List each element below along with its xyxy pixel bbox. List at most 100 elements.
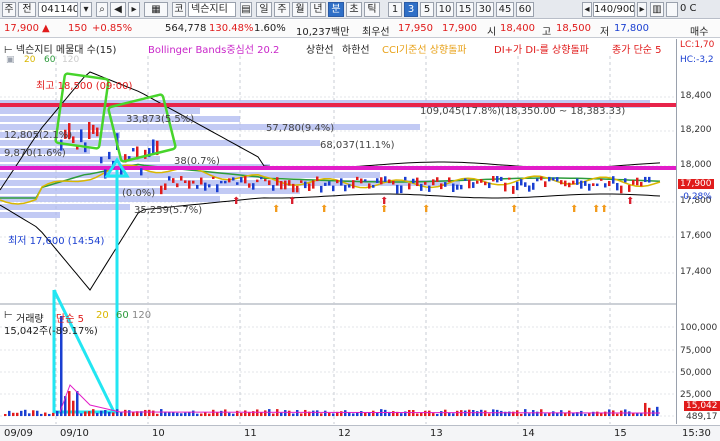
candle	[488, 182, 491, 189]
volume-bar	[416, 413, 419, 416]
volume-bar	[552, 411, 555, 416]
candle	[96, 127, 99, 137]
volume-ma-20[interactable]: 20	[96, 310, 109, 321]
vp-label-2: 57,780(9.4%)	[266, 123, 335, 134]
candle	[300, 180, 303, 183]
candle	[484, 181, 487, 186]
candle	[272, 185, 275, 191]
candle	[168, 176, 171, 181]
volume-bar	[8, 410, 11, 416]
volume-bar	[400, 413, 403, 416]
volume-profile-bar	[0, 172, 380, 178]
volume-bar	[68, 391, 71, 416]
candle	[256, 179, 259, 183]
candle	[192, 180, 195, 184]
volume-bar	[392, 411, 395, 416]
bollinger-legend[interactable]: Bollinger Bands중심선 20.2	[148, 41, 279, 56]
ma-legend[interactable]: 종가 단순 5	[612, 41, 662, 56]
volume-bar	[432, 413, 435, 416]
candle	[372, 185, 375, 188]
volume-bar	[616, 413, 619, 416]
ma-period-120[interactable]: 120	[62, 55, 79, 65]
candle	[268, 180, 271, 186]
candle	[480, 179, 483, 183]
volume-bar	[520, 413, 523, 416]
candle	[384, 176, 387, 183]
volume-ma-120[interactable]: 120	[132, 310, 151, 321]
volume-bar	[144, 409, 147, 416]
candle	[600, 178, 603, 181]
current-pct-tag: -0.28%	[680, 192, 712, 202]
candle	[80, 129, 83, 143]
candle	[360, 178, 363, 184]
volume-bar	[128, 410, 131, 416]
volume-collapse-icon[interactable]: ⊢	[4, 310, 13, 321]
candle	[240, 177, 243, 183]
volume-ma-60[interactable]: 60	[116, 310, 129, 321]
candle	[424, 181, 427, 185]
volume-bar	[500, 410, 503, 416]
volume-bar	[232, 413, 235, 416]
cci-signal-arrow: ⬆	[272, 204, 280, 215]
volume-bar	[324, 410, 327, 416]
candle	[460, 184, 463, 190]
volume-bar	[440, 411, 443, 416]
volume-bar	[348, 412, 351, 416]
candle	[492, 176, 495, 182]
volume-bar	[40, 413, 43, 416]
volume-bar	[332, 413, 335, 416]
candle	[172, 178, 175, 183]
volume-bar	[156, 413, 159, 416]
candle	[176, 183, 179, 188]
support-line	[0, 166, 676, 170]
vp-label-8: 38(0.7%)	[174, 156, 220, 167]
cci-signal-legend[interactable]: CCI기준선 상향돌파	[382, 41, 467, 56]
candle	[264, 179, 267, 182]
volume-bar	[648, 407, 651, 416]
candle	[344, 185, 347, 192]
chart-canvas[interactable]: ⬆ ⬆ ⬆ ⬆ ⬆ ⬆ ⬆ ⬆⬆ ⬆ ⬆ ⬆	[0, 0, 720, 441]
candle	[428, 185, 431, 192]
current-price-tag: 17,900	[678, 179, 714, 189]
candle	[340, 178, 343, 186]
volume-bar	[596, 411, 599, 416]
candle	[556, 177, 559, 182]
candle	[408, 183, 411, 190]
candle	[432, 179, 435, 186]
candle	[328, 181, 331, 186]
volume-bar	[172, 412, 175, 416]
volume-bar	[44, 412, 47, 416]
volume-bar	[436, 413, 439, 416]
volume-bar	[92, 409, 95, 416]
lower-band-legend[interactable]: 하한선	[342, 41, 370, 56]
volume-bar	[104, 410, 107, 416]
volume-bar	[236, 410, 239, 416]
candle	[196, 184, 199, 189]
candle	[364, 179, 367, 182]
candle	[72, 136, 75, 143]
candle	[348, 184, 351, 188]
volume-bar	[184, 412, 187, 416]
candle	[620, 185, 623, 194]
candle	[612, 176, 615, 184]
di-signal-legend[interactable]: DI+가 DI-를 상향돌파	[494, 41, 589, 56]
volume-bar	[168, 412, 171, 416]
candle	[88, 122, 91, 140]
ma-period-20[interactable]: 20	[24, 55, 35, 65]
upper-band-legend[interactable]: 상한선	[306, 41, 334, 56]
price-tick: 17,400	[680, 267, 712, 277]
di-signal-arrow: ⬆	[626, 196, 634, 207]
candle	[324, 182, 327, 186]
candle	[452, 183, 455, 193]
candle	[616, 183, 619, 191]
candle	[132, 148, 135, 152]
candle	[644, 176, 647, 183]
candle	[548, 176, 551, 182]
volume-bar	[84, 411, 87, 416]
cci-signal-arrow: ⬆	[320, 204, 328, 215]
candle	[544, 181, 547, 188]
ma-period-60[interactable]: 60	[44, 55, 55, 65]
lock-icon[interactable]: ▣	[6, 55, 15, 65]
volume-bar	[100, 410, 103, 416]
candle	[260, 176, 263, 180]
